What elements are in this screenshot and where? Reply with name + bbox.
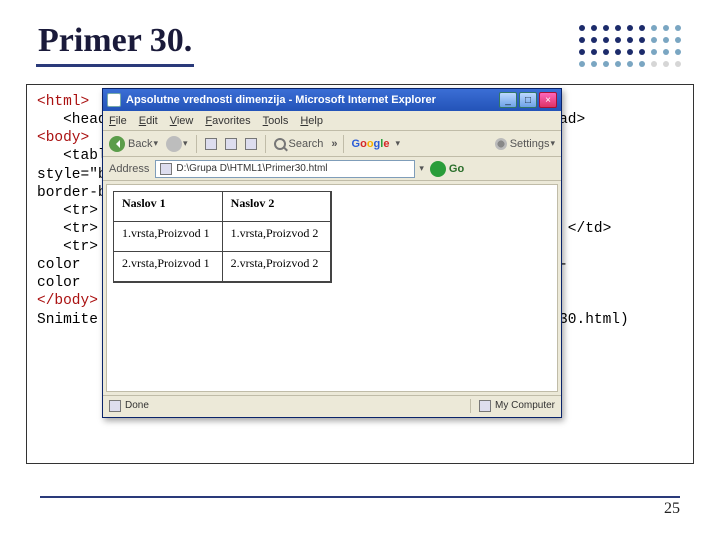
- search-label: Search: [289, 138, 324, 150]
- toolbar: Back ▾ ▾ Search » Google ▾ Settings ▾: [103, 131, 561, 157]
- window-title: Apsolutne vrednosti dimenzija - Microsof…: [126, 94, 494, 106]
- menu-tools[interactable]: Tools: [263, 115, 289, 127]
- refresh-button[interactable]: [225, 138, 237, 150]
- stop-icon: [205, 138, 217, 150]
- window-titlebar[interactable]: Apsolutne vrednosti dimenzija - Microsof…: [103, 89, 561, 111]
- slide-title: Primer 30.: [36, 22, 194, 67]
- ie-window: Apsolutne vrednosti dimenzija - Microsof…: [102, 88, 562, 418]
- go-label: Go: [449, 163, 464, 175]
- search-icon: [274, 138, 286, 150]
- code-tag: <html>: [37, 94, 89, 110]
- back-label: Back: [128, 138, 152, 150]
- maximize-button[interactable]: □: [519, 92, 537, 108]
- page-icon: [160, 163, 172, 175]
- refresh-icon: [225, 138, 237, 150]
- code-tag: <body>: [37, 130, 89, 146]
- back-arrow-icon: [109, 136, 125, 152]
- browser-content: Naslov 1 Naslov 2 1.vrsta,Proizvod 1 1.v…: [106, 184, 558, 392]
- menu-help[interactable]: Help: [300, 115, 323, 127]
- footer-rule: [40, 496, 680, 498]
- chevron-down-icon[interactable]: ▾: [395, 138, 400, 149]
- table-row: Naslov 1 Naslov 2: [114, 192, 331, 222]
- chevron-down-icon: ▾: [183, 138, 188, 149]
- stop-button[interactable]: [205, 138, 217, 150]
- chevron-down-icon: ▾: [550, 138, 555, 149]
- home-button[interactable]: [245, 138, 257, 150]
- chevron-down-icon[interactable]: ▾: [419, 163, 424, 174]
- decorative-dots: [576, 22, 686, 78]
- status-separator: [470, 399, 471, 413]
- minimize-button[interactable]: _: [499, 92, 517, 108]
- address-value: D:\Grupa D\HTML1\Primer30.html: [176, 163, 327, 174]
- go-button[interactable]: Go: [430, 161, 464, 177]
- menu-file[interactable]: File: [109, 115, 127, 127]
- forward-button[interactable]: ▾: [166, 136, 188, 152]
- settings-button[interactable]: Settings ▾: [495, 138, 555, 150]
- window-buttons: _ □ ×: [499, 92, 557, 108]
- toolbar-separator: [343, 135, 344, 153]
- table-cell: 2.vrsta,Proizvod 1: [114, 252, 223, 282]
- home-icon: [245, 138, 257, 150]
- example-table: Naslov 1 Naslov 2 1.vrsta,Proizvod 1 1.v…: [113, 191, 332, 283]
- table-cell: 2.vrsta,Proizvod 2: [223, 252, 332, 282]
- close-button[interactable]: ×: [539, 92, 557, 108]
- google-toolbar-logo[interactable]: Google: [352, 138, 390, 150]
- address-bar-row: Address D:\Grupa D\HTML1\Primer30.html ▾…: [103, 157, 561, 181]
- table-header: Naslov 1: [114, 192, 223, 222]
- status-bar: Done My Computer: [103, 395, 561, 415]
- toolbar-separator: [196, 135, 197, 153]
- menu-edit[interactable]: Edit: [139, 115, 158, 127]
- ie-icon: [107, 93, 121, 107]
- table-cell: 1.vrsta,Proizvod 1: [114, 222, 223, 252]
- status-done-label: Done: [125, 400, 149, 411]
- gear-icon: [495, 138, 507, 150]
- table-cell: 1.vrsta,Proizvod 2: [223, 222, 332, 252]
- page-icon: [109, 400, 121, 412]
- computer-icon: [479, 400, 491, 412]
- forward-arrow-icon: [166, 136, 182, 152]
- settings-label: Settings: [510, 138, 550, 150]
- table-row: 1.vrsta,Proizvod 1 1.vrsta,Proizvod 2: [114, 222, 331, 252]
- menu-favorites[interactable]: Favorites: [205, 115, 250, 127]
- toolbar-overflow-icon[interactable]: »: [331, 138, 334, 150]
- status-zone: My Computer: [479, 400, 555, 412]
- menu-bar: File Edit View Favorites Tools Help: [103, 111, 561, 131]
- back-button[interactable]: Back ▾: [109, 136, 158, 152]
- status-zone-label: My Computer: [495, 400, 555, 411]
- status-done: Done: [109, 400, 149, 412]
- code-tag: </body>: [37, 293, 98, 309]
- menu-view[interactable]: View: [170, 115, 194, 127]
- search-button[interactable]: Search: [274, 138, 324, 150]
- title-row: Primer 30.: [26, 18, 694, 78]
- address-input[interactable]: D:\Grupa D\HTML1\Primer30.html: [155, 160, 415, 178]
- table-header: Naslov 2: [223, 192, 332, 222]
- address-label: Address: [109, 163, 149, 175]
- chevron-down-icon: ▾: [153, 138, 158, 149]
- toolbar-separator: [265, 135, 266, 153]
- page-number: 25: [664, 500, 680, 518]
- go-arrow-icon: [430, 161, 446, 177]
- table-row: 2.vrsta,Proizvod 1 2.vrsta,Proizvod 2: [114, 252, 331, 282]
